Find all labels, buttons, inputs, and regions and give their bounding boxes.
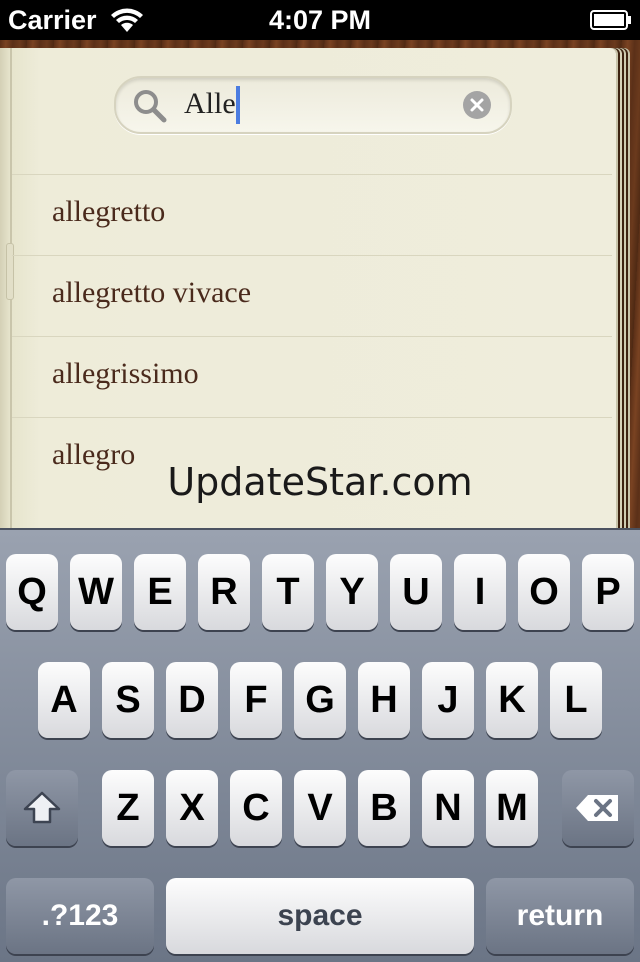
numbers-key[interactable]: .?123 [6,878,154,954]
list-item[interactable]: allegrissimo [12,336,612,417]
status-time: 4:07 PM [268,5,372,35]
key-s[interactable]: S [102,662,154,738]
list-item[interactable]: allegretto vivace [12,255,612,336]
delete-icon [576,795,618,821]
key-o[interactable]: O [518,554,570,630]
key-v[interactable]: V [294,770,346,846]
key-l[interactable]: L [550,662,602,738]
key-x[interactable]: X [166,770,218,846]
key-f[interactable]: F [230,662,282,738]
clear-icon[interactable] [462,90,492,120]
shift-icon [23,791,61,824]
key-q[interactable]: Q [6,554,58,630]
result-label: allegretto vivace [52,276,252,309]
key-z[interactable]: Z [102,770,154,846]
key-d[interactable]: D [166,662,218,738]
key-h[interactable]: H [358,662,410,738]
dictionary-page: allegretto allegretto vivace allegrissim… [0,48,616,530]
search-icon [134,90,167,123]
key-u[interactable]: U [390,554,442,630]
status-bar: Carrier 4:07 PM [0,0,640,40]
key-p[interactable]: P [582,554,634,630]
result-label: allegrissimo [52,357,199,390]
key-j[interactable]: J [422,662,474,738]
space-key[interactable]: space [166,878,474,954]
key-y[interactable]: Y [326,554,378,630]
watermark-text: UpdateStar.com [167,460,473,504]
results-list: allegretto allegretto vivace allegrissim… [12,174,612,498]
text-caret [236,86,240,124]
key-i[interactable]: I [454,554,506,630]
key-k[interactable]: K [486,662,538,738]
battery-icon [590,10,631,30]
key-w[interactable]: W [70,554,122,630]
delete-key[interactable] [562,770,634,846]
return-key[interactable]: return [486,878,634,954]
search-field[interactable] [114,76,512,134]
key-t[interactable]: T [262,554,314,630]
result-label: allegretto [52,195,166,228]
key-n[interactable]: N [422,770,474,846]
search-input[interactable] [184,84,454,124]
key-b[interactable]: B [358,770,410,846]
keyboard: Q W E R T Y U I O P A S D F G H J K L Z … [0,528,640,962]
key-e[interactable]: E [134,554,186,630]
key-a[interactable]: A [38,662,90,738]
key-r[interactable]: R [198,554,250,630]
key-c[interactable]: C [230,770,282,846]
list-item[interactable]: allegretto [12,174,612,255]
key-g[interactable]: G [294,662,346,738]
key-m[interactable]: M [486,770,538,846]
shift-key[interactable] [6,770,78,846]
